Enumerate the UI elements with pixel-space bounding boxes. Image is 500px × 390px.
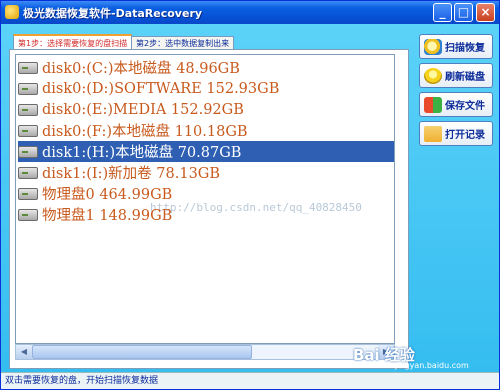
disk-label: 物理盘0 464.99GB [42, 187, 173, 203]
disk-list[interactable]: http://blog.csdn.net/qq_40828450 disk0:(… [15, 54, 395, 344]
refresh-disk-label: 刷新磁盘 [445, 72, 485, 83]
disk-label: 物理盘1 148.99GB [42, 208, 173, 224]
scroll-thumb[interactable] [32, 345, 252, 359]
disk-label: disk0:(E:)MEDIA 152.92GB [42, 101, 244, 118]
disk-list-item[interactable]: 物理盘1 148.99GB [18, 204, 394, 225]
disk-label: disk1:(H:)本地磁盘 70.87GB [42, 145, 242, 161]
hard-disk-icon [18, 187, 38, 200]
open-record-label: 打开记录 [445, 130, 485, 141]
baidu-url: jingyan.baidu.com [395, 361, 469, 370]
hard-disk-icon [18, 124, 38, 137]
status-bar: 双击需要恢复的盘，开始扫描恢复数据 [1, 372, 499, 389]
maximize-button[interactable]: □ [454, 3, 473, 22]
tab-step1[interactable]: 第1步：选择需要恢复的盘扫描 [13, 34, 133, 49]
scan-recover-button[interactable]: 扫描恢复 [419, 34, 493, 59]
hard-disk-icon [18, 145, 38, 158]
hard-disk-icon [18, 103, 38, 116]
disk-list-item[interactable]: disk1:(I:)新加卷 78.13GB [18, 162, 394, 183]
scroll-left-icon[interactable]: ◀ [16, 345, 32, 359]
window-title: 极光数据恢复软件-DataRecovery [23, 7, 203, 20]
app-icon [5, 5, 19, 19]
magnifier-icon [424, 38, 442, 55]
disk-list-item[interactable]: disk0:(D:)SOFTWARE 152.93GB [18, 78, 394, 99]
save-file-button[interactable]: 保存文件 [419, 92, 493, 117]
disk-label: disk0:(C:)本地磁盘 48.96GB [42, 61, 240, 77]
hard-disk-icon [18, 61, 38, 74]
disk-label: disk0:(D:)SOFTWARE 152.93GB [42, 80, 280, 97]
lightbulb-icon [424, 67, 442, 84]
hard-disk-icon [18, 82, 38, 95]
open-record-button[interactable]: 打开记录 [419, 121, 493, 146]
tab-step2[interactable]: 第2步：选中数据复制出来 [131, 36, 235, 49]
folder-icon [424, 125, 442, 142]
horizontal-scrollbar[interactable]: ◀ ▶ [15, 344, 395, 360]
save-file-label: 保存文件 [445, 101, 485, 112]
disk-list-item[interactable]: disk0:(E:)MEDIA 152.92GB [18, 99, 394, 120]
disk-list-item[interactable]: disk0:(C:)本地磁盘 48.96GB [18, 57, 394, 78]
close-button[interactable]: × [476, 3, 495, 22]
disk-label: disk0:(F:)本地磁盘 110.18GB [42, 124, 248, 140]
disk-list-item[interactable]: 物理盘0 464.99GB [18, 183, 394, 204]
disk-list-item[interactable]: disk1:(H:)本地磁盘 70.87GB [18, 141, 394, 162]
hard-disk-icon [18, 208, 38, 221]
disk-label: disk1:(I:)新加卷 78.13GB [42, 166, 221, 182]
hard-disk-icon [18, 166, 38, 179]
disk-list-item[interactable]: disk0:(F:)本地磁盘 110.18GB [18, 120, 394, 141]
scan-recover-label: 扫描恢复 [445, 43, 485, 54]
minimize-button[interactable]: _ [433, 3, 452, 22]
refresh-disk-button[interactable]: 刷新磁盘 [419, 63, 493, 88]
title-bar[interactable]: 极光数据恢复软件-DataRecovery _ □ × [1, 1, 499, 24]
app-window: 极光数据恢复软件-DataRecovery _ □ × 第1步：选择需要恢复的盘… [0, 0, 500, 390]
windows-save-icon [424, 96, 442, 113]
